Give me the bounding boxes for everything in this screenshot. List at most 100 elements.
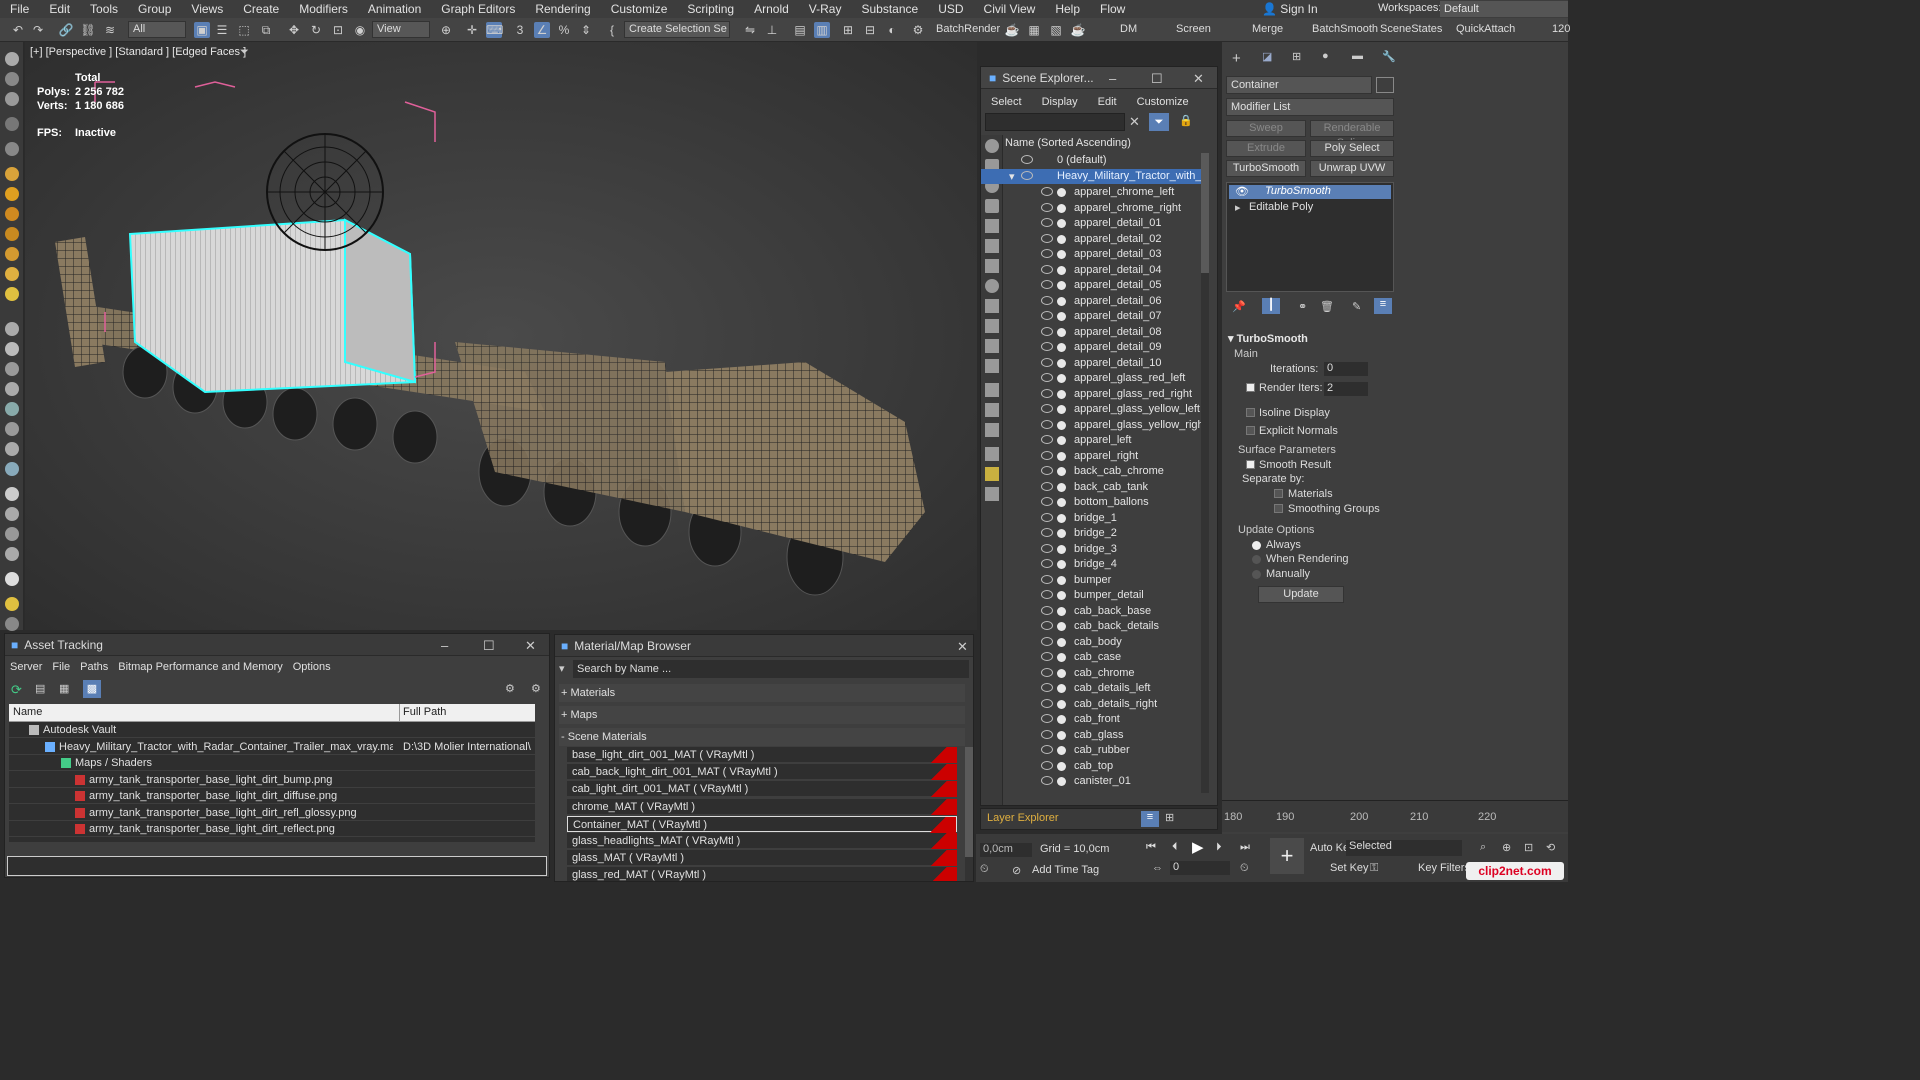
time-config-icon[interactable]: ⏲ xyxy=(980,863,989,876)
visibility-eye-icon[interactable] xyxy=(1041,419,1053,429)
scene-object-row[interactable]: back_cab_tank xyxy=(981,480,1201,495)
modifier-button-poly-select[interactable]: Poly Select xyxy=(1310,140,1394,157)
vray-sphere-icon[interactable] xyxy=(5,382,19,396)
render-icon[interactable]: ☕ xyxy=(1004,22,1020,38)
scene-object-row[interactable]: apparel_detail_08 xyxy=(981,325,1201,340)
menu-arnold[interactable]: Arnold xyxy=(744,2,799,16)
scene-object-row[interactable]: apparel_detail_03 xyxy=(981,247,1201,262)
current-frame-spinner[interactable]: 0 xyxy=(1170,861,1230,875)
scale-icon[interactable]: ⊡ xyxy=(330,22,346,38)
asset-row[interactable]: Maps / Shaders xyxy=(9,755,535,771)
grid-view-icon[interactable]: ▩ xyxy=(83,680,101,698)
scene-object-row[interactable]: cab_chrome xyxy=(981,666,1201,681)
modifier-sets-icon[interactable]: ≡ xyxy=(1374,298,1392,314)
scene-object-row[interactable]: bridge_2 xyxy=(981,526,1201,541)
name-column-header[interactable]: Name xyxy=(13,706,42,718)
toggle-scene-explorer-icon[interactable]: ▤ xyxy=(792,22,808,38)
render-iters-spinner[interactable]: 2 xyxy=(1324,382,1368,396)
explicit-normals-checkbox[interactable] xyxy=(1246,426,1255,435)
menu-usd[interactable]: USD xyxy=(928,2,973,16)
object-name-input[interactable]: Container xyxy=(1226,76,1372,94)
visibility-eye-icon[interactable] xyxy=(1041,280,1053,289)
asset-row[interactable]: army_tank_transporter_base_light_dirt_re… xyxy=(9,805,535,821)
ies-light-icon[interactable] xyxy=(5,267,19,281)
set-key-button[interactable]: Set Key xyxy=(1330,862,1369,874)
key-mode-icon[interactable]: ⇔ xyxy=(1152,862,1163,874)
scenestates-button[interactable]: SceneStates xyxy=(1380,23,1442,35)
visibility-eye-icon[interactable] xyxy=(1041,233,1053,243)
configure-sets-icon[interactable]: ✎ xyxy=(1352,300,1361,313)
dm-button[interactable]: DM xyxy=(1120,23,1137,35)
menu-edit[interactable]: Edit xyxy=(39,2,80,16)
menu-civil-view[interactable]: Civil View xyxy=(974,2,1046,16)
visibility-eye-icon[interactable] xyxy=(1041,311,1053,320)
percent-snap-icon[interactable]: % xyxy=(556,22,572,38)
modifier-stack-turbosmooth[interactable]: TurboSmooth xyxy=(1229,185,1391,199)
go-to-end-icon[interactable]: ⏭ xyxy=(1240,841,1250,854)
material-editor-icon[interactable]: ◐ xyxy=(884,22,900,38)
menu-graph-editors[interactable]: Graph Editors xyxy=(431,2,525,16)
scene-object-row[interactable]: cab_front xyxy=(981,712,1201,727)
light-tool-icon[interactable] xyxy=(5,167,19,181)
menu-customize[interactable]: Customize xyxy=(601,2,678,16)
se-menu-customize[interactable]: Customize xyxy=(1127,93,1199,111)
material-item[interactable]: cab_light_dirt_001_MAT ( VRayMtl ) xyxy=(567,781,957,798)
scene-object-row[interactable]: apparel_chrome_left xyxy=(981,185,1201,200)
render-active-icon[interactable]: ☕ xyxy=(1070,22,1086,38)
vray-decal-icon[interactable] xyxy=(5,402,19,416)
maps-group[interactable]: + Maps xyxy=(559,706,965,724)
placement-icon[interactable]: ◉ xyxy=(352,22,368,38)
vray-toolbar-icon[interactable] xyxy=(5,547,19,561)
viewport-label[interactable]: [+] [Perspective ] [Standard ] [Edged Fa… xyxy=(30,46,246,58)
render-frame-icon[interactable]: ▦ xyxy=(1026,22,1042,38)
scene-object-row[interactable]: apparel_glass_yellow_right xyxy=(981,418,1203,433)
lock-icon[interactable]: 🔒 xyxy=(1179,114,1193,127)
scene-object-row[interactable]: cab_back_base xyxy=(981,604,1201,619)
scene-object-row[interactable]: apparel_detail_09 xyxy=(981,340,1201,355)
timeline-ruler[interactable]: 180 190 200 210 220 xyxy=(1222,800,1568,832)
visibility-eye-icon[interactable] xyxy=(1041,605,1053,615)
zoom-all-icon[interactable]: ⊕ xyxy=(1502,841,1511,854)
dome-light-icon[interactable] xyxy=(5,207,19,221)
visibility-eye-icon[interactable] xyxy=(1041,326,1053,336)
material-search-input[interactable]: Search by Name ... xyxy=(573,660,969,678)
visibility-eye-icon[interactable] xyxy=(1041,342,1053,351)
set-key-big-icon[interactable]: + xyxy=(1270,838,1304,874)
orbit-icon[interactable]: ⟲ xyxy=(1546,841,1555,854)
visibility-eye-icon[interactable] xyxy=(1041,404,1053,413)
asset-row[interactable]: army_tank_transporter_base_light_dirt_bu… xyxy=(9,772,535,788)
merge-button[interactable]: Merge xyxy=(1252,23,1283,35)
remove-modifier-icon[interactable]: 🗑 xyxy=(1320,300,1334,313)
key-icon[interactable]: ⚿ xyxy=(1370,862,1378,875)
menu-help[interactable]: Help xyxy=(1045,2,1090,16)
path-column-header[interactable]: Full Path xyxy=(403,706,446,718)
help-tool-icon[interactable] xyxy=(5,617,19,631)
toggle-layer-explorer-icon[interactable]: ▥ xyxy=(814,22,830,38)
asset-row[interactable]: army_tank_transporter_base_light_dirt_di… xyxy=(9,788,535,804)
menu-views[interactable]: Views xyxy=(181,2,233,16)
scene-object-row[interactable]: cab_glass xyxy=(981,728,1201,743)
sort-by-hierarchy-icon[interactable]: ⊞ xyxy=(1165,811,1174,824)
curve-editor-icon[interactable]: ⊞ xyxy=(840,22,856,38)
ambient-light-icon[interactable] xyxy=(5,287,19,301)
menu-tools[interactable]: Tools xyxy=(80,2,128,16)
scene-object-row[interactable]: apparel_detail_07 xyxy=(981,309,1201,324)
select-object-icon[interactable]: ▣ xyxy=(194,22,210,38)
vray-material-icon[interactable] xyxy=(5,507,19,521)
manually-radio[interactable] xyxy=(1252,570,1261,579)
scene-object-row[interactable]: bumper xyxy=(981,573,1201,588)
scene-object-row[interactable]: cab_body xyxy=(981,635,1201,650)
sort-by-layer-icon[interactable]: ≡ xyxy=(1141,811,1159,827)
scene-object-row[interactable]: bottom_ballons xyxy=(981,495,1201,510)
window-crossing-icon[interactable]: ⧉ xyxy=(258,22,274,38)
visibility-eye-icon[interactable] xyxy=(1041,357,1053,367)
scene-object-row[interactable]: apparel_glass_red_left xyxy=(981,371,1201,386)
add-time-tag-button[interactable]: Add Time Tag xyxy=(1032,864,1099,876)
maximize-icon[interactable]: ☐ xyxy=(483,638,495,654)
visibility-eye-icon[interactable] xyxy=(1041,760,1053,770)
vray-enmesh-icon[interactable] xyxy=(5,462,19,476)
scene-object-row[interactable]: bridge_4 xyxy=(981,557,1201,572)
visibility-eye-icon[interactable] xyxy=(1041,249,1053,258)
material-item[interactable]: Container_MAT ( VRayMtl ) xyxy=(567,815,957,833)
modifier-button-turbosmooth[interactable]: TurboSmooth xyxy=(1226,160,1306,177)
